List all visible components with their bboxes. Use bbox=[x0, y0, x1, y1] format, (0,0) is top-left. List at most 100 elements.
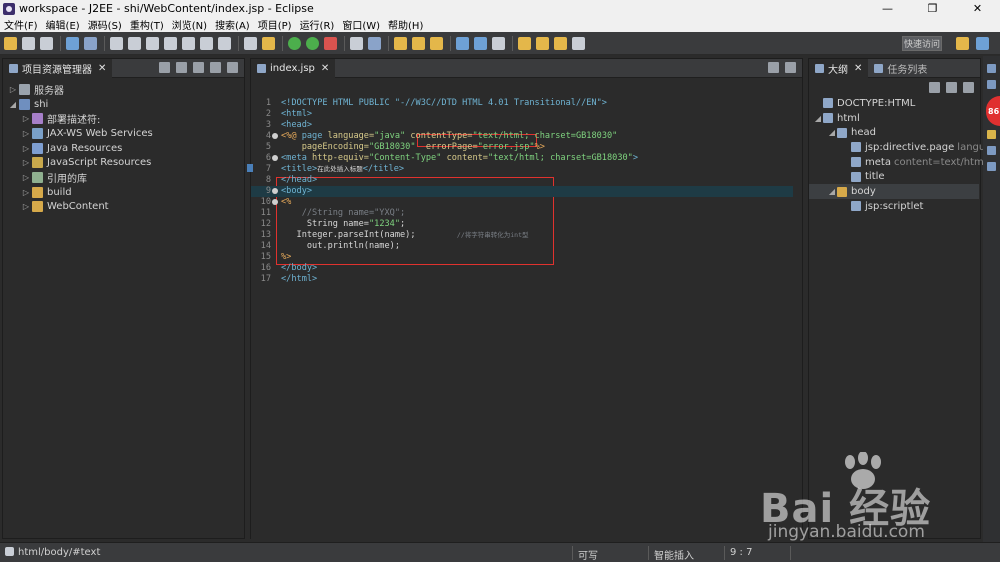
code-line[interactable]: 15 %> bbox=[251, 252, 793, 263]
new-server-icon[interactable] bbox=[350, 36, 363, 50]
maximize-icon[interactable] bbox=[785, 62, 796, 73]
expand-arrow-icon[interactable]: ▷ bbox=[20, 158, 32, 167]
maximize-button[interactable]: ❐ bbox=[910, 2, 955, 15]
close-window-button[interactable]: ✕ bbox=[955, 2, 1000, 15]
code-line[interactable]: 3 <head> bbox=[251, 120, 793, 131]
code-line[interactable]: 4 <%@ page language="java" contentType="t… bbox=[251, 131, 793, 142]
code-line[interactable]: 1 <!DOCTYPE HTML PUBLIC "-//W3C//DTD HTML… bbox=[251, 98, 793, 109]
tab-index-jsp[interactable]: index.jsp ✕ bbox=[251, 58, 336, 78]
terminal-icon[interactable] bbox=[66, 36, 79, 50]
tab-project-explorer[interactable]: 项目资源管理器 ✕ bbox=[3, 58, 113, 78]
collapse-all-icon[interactable] bbox=[946, 82, 957, 93]
save-all-icon[interactable] bbox=[40, 36, 53, 50]
code-line[interactable]: 17 </html> bbox=[251, 274, 793, 285]
expand-arrow-icon[interactable]: ▷ bbox=[20, 188, 32, 197]
outline-item[interactable]: jsp:scriptlet bbox=[809, 199, 926, 214]
disconnect-icon[interactable] bbox=[164, 36, 177, 50]
menu-edit[interactable]: 编辑(E) bbox=[46, 17, 80, 32]
close-icon[interactable]: ✕ bbox=[321, 63, 329, 74]
menu-help[interactable]: 帮助(H) bbox=[388, 17, 423, 32]
code-line[interactable]: 16 </body> bbox=[251, 263, 793, 274]
collapse-arrow-icon[interactable]: ◢ bbox=[827, 128, 837, 137]
code-line[interactable]: 6 <meta http-equiv="Content-Type" content… bbox=[251, 153, 793, 164]
code-line[interactable]: 8 </head> bbox=[251, 175, 793, 186]
tab-outline[interactable]: 大纲 ✕ bbox=[809, 58, 869, 78]
outline-item[interactable]: ◢ head bbox=[809, 125, 879, 140]
expand-arrow-icon[interactable]: ▷ bbox=[20, 114, 32, 123]
terminate-icon[interactable] bbox=[146, 36, 159, 50]
fold-toggle-icon[interactable] bbox=[272, 199, 278, 205]
menu-navigate[interactable]: 浏览(N) bbox=[172, 17, 207, 32]
code-line[interactable]: 9 <body> bbox=[251, 186, 793, 197]
publish-icon[interactable] bbox=[84, 36, 97, 50]
outline-item[interactable]: ◢ html bbox=[809, 111, 863, 126]
tree-item-webcontent[interactable]: ▷ WebContent bbox=[3, 200, 244, 215]
restore-icon[interactable] bbox=[987, 64, 996, 73]
suspend-icon[interactable] bbox=[128, 36, 141, 50]
bookmark-icon[interactable] bbox=[987, 130, 996, 139]
external-tools-icon[interactable] bbox=[324, 36, 337, 50]
quick-access-input[interactable]: 快速访问 bbox=[902, 36, 942, 51]
step-return-icon[interactable] bbox=[218, 36, 231, 50]
tree-item-deployment-descriptor[interactable]: ▷ 部署描述符: bbox=[3, 111, 244, 126]
outline-item[interactable]: ◢ body bbox=[809, 184, 979, 199]
back-icon[interactable] bbox=[536, 36, 549, 50]
minimize-button[interactable]: — bbox=[865, 2, 910, 15]
tree-item-javascript-resources[interactable]: ▷ JavaScript Resources bbox=[3, 155, 244, 170]
globe-icon[interactable] bbox=[456, 36, 469, 50]
java-ee-perspective-icon[interactable] bbox=[976, 37, 989, 50]
expand-arrow-icon[interactable]: ▷ bbox=[7, 85, 19, 94]
maximize-icon[interactable] bbox=[227, 62, 238, 73]
outline-item[interactable]: meta content=text/html; c bbox=[809, 155, 999, 170]
wizard-icon[interactable] bbox=[262, 36, 275, 50]
code-line[interactable]: 13 Integer.parseInt(name); //将字符串转化为int型 bbox=[251, 230, 793, 241]
code-line[interactable]: 12 String name="1234"; bbox=[251, 219, 793, 230]
save-icon[interactable] bbox=[22, 36, 35, 50]
settings-icon[interactable] bbox=[368, 36, 381, 50]
menu-source[interactable]: 源码(S) bbox=[88, 17, 122, 32]
close-icon[interactable]: ✕ bbox=[854, 63, 862, 74]
close-icon[interactable]: ✕ bbox=[98, 63, 106, 74]
view-menu-icon[interactable] bbox=[193, 62, 204, 73]
tab-task-list[interactable]: 任务列表 bbox=[868, 59, 933, 78]
minimize-icon[interactable] bbox=[768, 62, 779, 73]
expand-arrow-icon[interactable]: ▷ bbox=[20, 129, 32, 138]
menu-search[interactable]: 搜索(A) bbox=[215, 17, 250, 32]
new-icon[interactable] bbox=[4, 36, 17, 50]
step-into-icon[interactable] bbox=[182, 36, 195, 50]
resume-icon[interactable] bbox=[110, 36, 123, 50]
menu-file[interactable]: 文件(F) bbox=[4, 17, 38, 32]
code-line[interactable]: 2 <html> bbox=[251, 109, 793, 120]
forward-icon[interactable] bbox=[572, 36, 585, 50]
collapse-arrow-icon[interactable]: ◢ bbox=[7, 100, 19, 109]
console-icon[interactable] bbox=[987, 146, 996, 155]
search-icon[interactable] bbox=[474, 36, 487, 50]
debug-icon[interactable] bbox=[288, 36, 301, 50]
code-line[interactable]: 5 pageEncoding="GB18030" errorPage="erro… bbox=[251, 142, 793, 153]
markers-icon[interactable] bbox=[987, 80, 996, 89]
tree-item-libraries[interactable]: ▷ 引用的库 bbox=[3, 170, 244, 185]
link-editor-icon[interactable] bbox=[176, 62, 187, 73]
collapse-arrow-icon[interactable]: ◢ bbox=[813, 114, 823, 123]
view-menu-icon[interactable] bbox=[963, 82, 974, 93]
outline-item[interactable]: DOCTYPE:HTML bbox=[809, 96, 918, 111]
outline-item[interactable]: title bbox=[809, 170, 888, 185]
tree-item-project-shi[interactable]: ◢ shi bbox=[3, 97, 244, 112]
expand-arrow-icon[interactable]: ▷ bbox=[20, 202, 32, 211]
collapse-all-icon[interactable] bbox=[159, 62, 170, 73]
menu-refactor[interactable]: 重构(T) bbox=[130, 17, 164, 32]
code-line[interactable]: 11 //String name="YXQ"; bbox=[251, 208, 793, 219]
tree-item-build[interactable]: ▷ build bbox=[3, 185, 244, 200]
menu-window[interactable]: 窗口(W) bbox=[342, 17, 380, 32]
run-icon[interactable] bbox=[306, 36, 319, 50]
tree-item-java-resources[interactable]: ▷ Java Resources bbox=[3, 141, 244, 156]
toggle-mark-icon[interactable] bbox=[492, 36, 505, 50]
fold-toggle-icon[interactable] bbox=[272, 155, 278, 161]
minimize-icon[interactable] bbox=[210, 62, 221, 73]
expand-arrow-icon[interactable]: ▷ bbox=[20, 173, 32, 182]
menu-run[interactable]: 运行(R) bbox=[300, 17, 335, 32]
code-line[interactable]: 14 out.println(name); bbox=[251, 241, 793, 252]
servers-icon[interactable] bbox=[987, 162, 996, 171]
outline-item[interactable]: jsp:directive.page language bbox=[809, 140, 1000, 155]
code-editor[interactable]: 1 <!DOCTYPE HTML PUBLIC "-//W3C//DTD HTML… bbox=[247, 78, 802, 549]
